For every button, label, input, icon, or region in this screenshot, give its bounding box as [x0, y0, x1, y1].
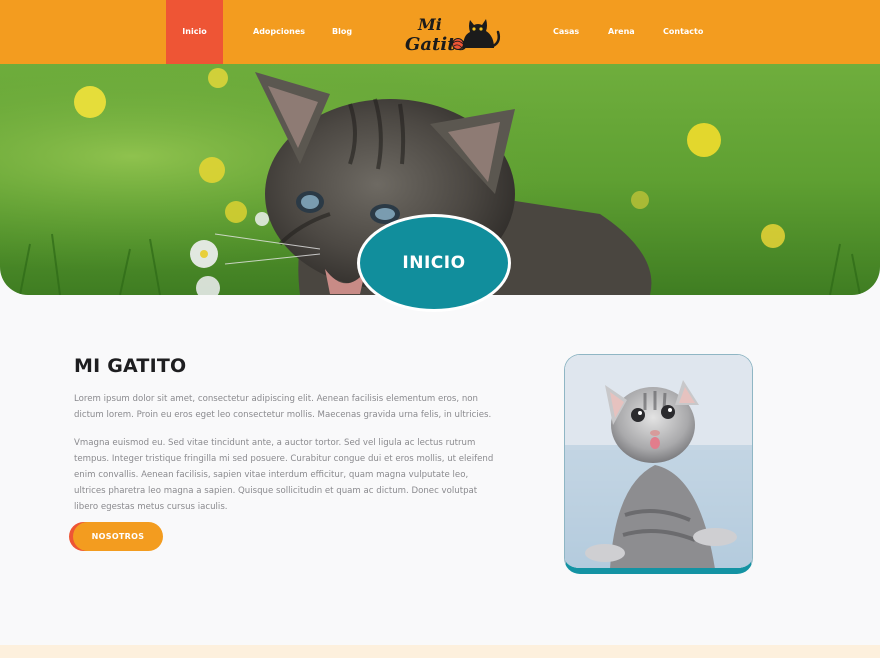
kitten-image — [565, 355, 752, 568]
nav-casas[interactable]: Casas — [553, 0, 579, 64]
nav-contacto[interactable]: Contacto — [663, 0, 703, 64]
section-title: MI GATITO — [74, 355, 187, 377]
nav-adopciones[interactable]: Adopciones — [253, 0, 305, 64]
black-cat-with-yarn-icon: Mi Gatito — [405, 15, 501, 55]
body-paragraph: Vmagna euismod eu. Sed vitae tincidunt a… — [74, 438, 494, 512]
grey-kitten-photo — [564, 354, 753, 574]
page-title: INICIO — [402, 253, 466, 273]
nav-blog[interactable]: Blog — [332, 0, 352, 64]
nav-inicio[interactable]: Inicio — [166, 0, 223, 64]
footer-strip — [0, 645, 880, 658]
nav-arena[interactable]: Arena — [608, 0, 635, 64]
top-navigation: Inicio Adopciones Blog Mi Gatito Casas A… — [0, 0, 880, 64]
site-logo[interactable]: Mi Gatito — [400, 8, 504, 56]
intro-paragraph: Lorem ipsum dolor sit amet, consectetur … — [74, 394, 492, 420]
nosotros-button[interactable]: NOSOTROS — [73, 522, 163, 551]
page-title-badge: INICIO — [357, 214, 511, 312]
logo-text-mi: Mi — [417, 15, 442, 34]
